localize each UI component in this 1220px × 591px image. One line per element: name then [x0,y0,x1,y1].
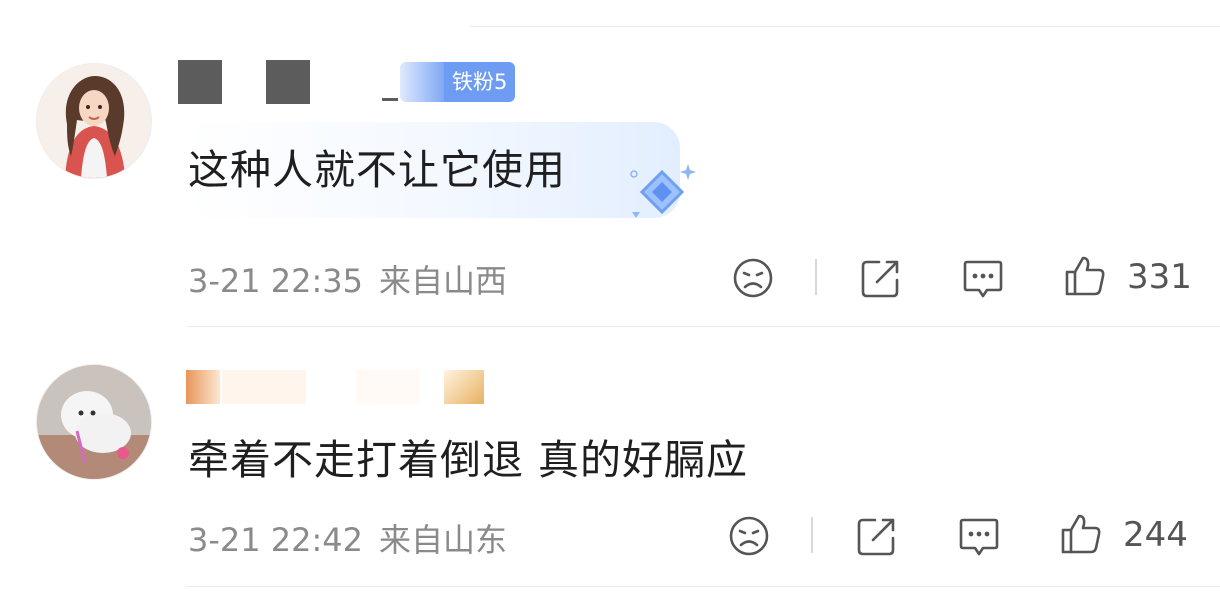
fan-badge-fade [400,62,444,102]
top-divider [470,26,1220,27]
username[interactable] [178,60,398,104]
sad-face-icon[interactable] [731,256,775,300]
username-redacted-block [356,370,420,404]
username-redacted-block [266,60,310,104]
comment-time: 3-21 22:35 [188,262,364,300]
share-icon[interactable] [855,514,899,558]
comment-time: 3-21 22:42 [188,521,364,559]
username-redacted-block [444,370,484,404]
action-separator [815,259,817,295]
like-count: 331 [1127,257,1192,297]
girl-avatar-icon [37,64,151,178]
comment-meta: 3-21 22:35 来自山西 [188,256,507,302]
comment-location: 来自山东 [379,521,508,559]
user-avatar[interactable] [36,63,152,179]
comment-meta: 3-21 22:42 来自山东 [188,515,507,561]
action-separator [811,517,813,553]
fan-badge[interactable]: 铁粉5 [400,62,516,102]
comment-location: 来自山西 [379,262,508,300]
comment-divider [186,586,1220,587]
username-redacted-block [186,370,220,404]
sad-face-icon[interactable] [727,514,771,558]
comment-divider [186,326,1220,327]
username-redacted-block [382,98,398,101]
share-icon[interactable] [859,256,903,300]
gem-sticker-icon [630,164,696,218]
thumbs-up-icon[interactable] [1063,254,1107,298]
comment-text: 这种人就不让它使用 [188,146,566,194]
comment-text: 牵着不走打着倒退 真的好膈应 [188,436,749,484]
dog-avatar-icon [37,365,151,479]
comment-bubble-icon[interactable] [961,256,1005,300]
username[interactable] [186,366,486,406]
thumbs-up-icon[interactable] [1059,512,1103,556]
comment-bubble-icon[interactable] [957,514,1001,558]
user-avatar[interactable] [36,364,152,480]
username-redacted-block [222,370,306,404]
like-count: 244 [1123,515,1188,555]
fan-badge-label: 铁粉5 [444,62,516,102]
username-redacted-block [178,60,222,104]
